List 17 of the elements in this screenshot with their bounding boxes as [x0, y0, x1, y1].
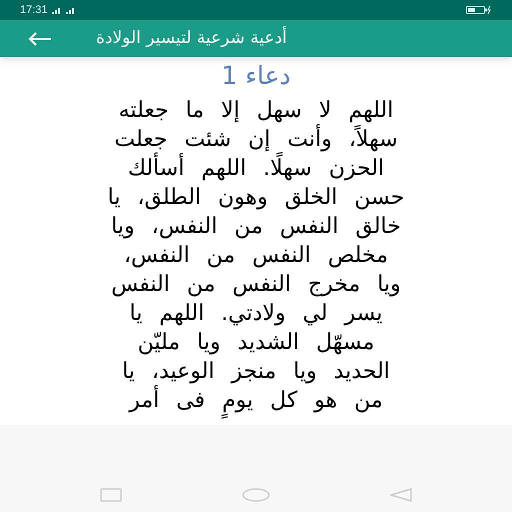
- back-triangle-icon[interactable]: [390, 488, 412, 502]
- prayer-text-line: يسر لي ولادتي. اللهم يا: [129, 300, 383, 328]
- prayer-text-line: مخلص النفس من النفس،: [124, 242, 388, 270]
- prayer-text-line: اللهم لا سهل إلا ما جعلته: [118, 97, 394, 124]
- prayer-text-line: الحديد ويا منجز الوعيد، يا: [122, 358, 390, 385]
- prayer-text-line: مسهّل الشديد ويا مليّن: [138, 329, 374, 357]
- prayer-text-line: حسن الخلق وهون الطلق، يا: [108, 184, 404, 212]
- home-circle-icon[interactable]: [242, 488, 270, 502]
- back-arrow-icon[interactable]: [28, 32, 52, 46]
- battery-icon: [466, 5, 492, 15]
- prayer-text-line: خالق النفس من النفس، ويا: [111, 213, 401, 241]
- app-title: أدعية شرعية لتيسير الولادة: [96, 26, 287, 50]
- status-time: 17:31: [20, 2, 48, 18]
- prayer-text-line: ويا مخرج النفس من النفس: [111, 271, 401, 299]
- recents-square-icon[interactable]: [100, 488, 122, 502]
- prayer-heading: دعاء 1: [221, 60, 291, 92]
- prayer-text-line: الحزن سهلًا. اللهم أسألك: [128, 154, 384, 183]
